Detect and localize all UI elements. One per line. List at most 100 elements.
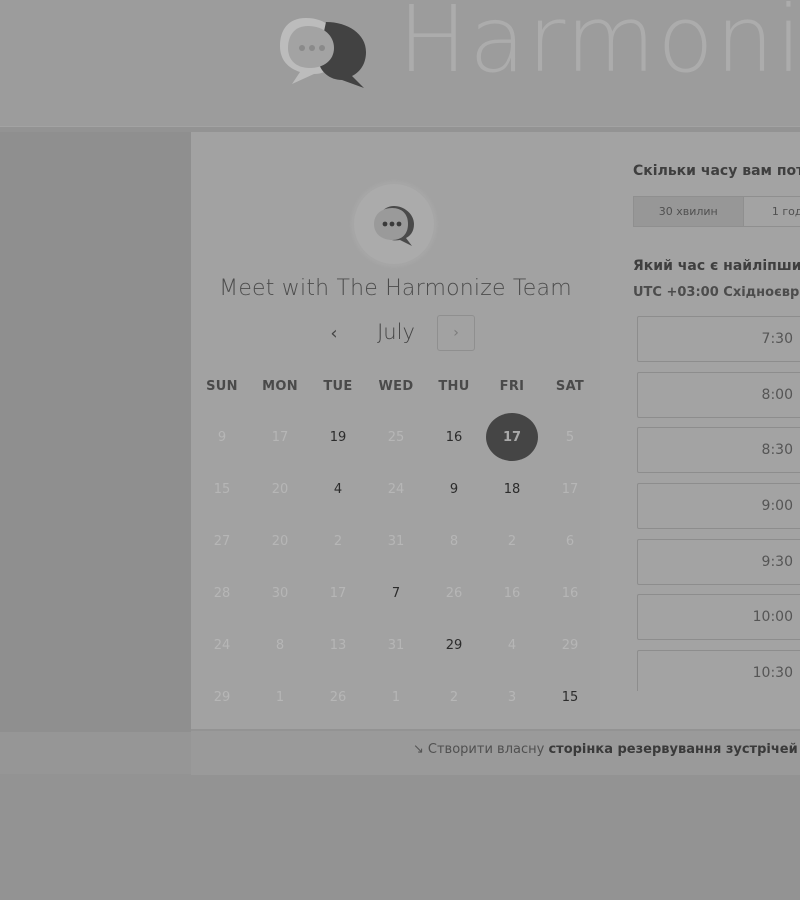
- calendar-day-number: 31: [387, 638, 405, 653]
- calendar-day-number: 16: [561, 586, 579, 601]
- weekday-label: WED: [378, 379, 414, 394]
- calendar-day: 2: [483, 518, 541, 570]
- booking-page: Harmoni Meet with The Harmonize Team ‹ J…: [0, 0, 800, 900]
- calendar-day: 17: [309, 570, 367, 622]
- calendar-day: 2: [425, 674, 483, 726]
- calendar-day: 26: [309, 674, 367, 726]
- calendar-day: 8: [251, 622, 309, 674]
- calendar-day: 9: [193, 414, 251, 466]
- calendar-day-number: 17: [502, 430, 522, 445]
- time-slot[interactable]: 10:00: [637, 594, 800, 641]
- background-panel: [0, 132, 191, 732]
- calendar-day-number: 31: [387, 534, 405, 549]
- calendar-day-number: 4: [507, 638, 517, 653]
- calendar-day-number: 9: [217, 430, 227, 445]
- calendar-day-number: 13: [329, 638, 347, 653]
- calendar-day-number: 17: [329, 586, 347, 601]
- calendar-day-number: 18: [503, 482, 521, 497]
- duration-option-30[interactable]: 30 хвилин: [634, 197, 744, 226]
- calendar-day[interactable]: 4: [309, 466, 367, 518]
- calendar-day: 4: [483, 622, 541, 674]
- duration-option-60[interactable]: 1 година: [744, 197, 800, 226]
- calendar-day[interactable]: 29: [425, 622, 483, 674]
- calendar-day-number: 4: [333, 482, 343, 497]
- time-slot[interactable]: 8:00: [637, 371, 800, 418]
- calendar-day-selected[interactable]: 17: [483, 413, 541, 466]
- time-slot[interactable]: 9:30: [637, 538, 800, 585]
- weekday-header: SUN MON TUE WED THU FRI SAT: [193, 379, 600, 394]
- calendar-day-number: 27: [213, 534, 231, 549]
- calendar-day[interactable]: 15: [541, 674, 599, 726]
- calendar-day-number: 8: [449, 534, 459, 549]
- calendar-day: 28: [193, 570, 251, 622]
- page-title: Meet with The Harmonize Team: [219, 276, 572, 301]
- month-label: July: [377, 320, 415, 344]
- calendar-day-number: 26: [445, 586, 463, 601]
- weekday-label: SUN: [206, 379, 238, 394]
- calendar-day-number: 24: [213, 638, 231, 653]
- calendar-day[interactable]: 19: [309, 414, 367, 466]
- create-booking-page-link[interactable]: ↘ Створити власну сторінка резервування з…: [413, 742, 798, 757]
- calendar-day-number: 29: [561, 638, 579, 653]
- time-slot[interactable]: 8:30: [637, 427, 800, 474]
- calendar-day-number: 5: [565, 430, 575, 445]
- time-slot-list[interactable]: 7:30 8:00 8:30 9:00 9:30 10:00 10:30: [637, 316, 800, 691]
- calendar-day: 1: [251, 674, 309, 726]
- calendar-day-number: 17: [561, 482, 579, 497]
- calendar-day: 17: [251, 414, 309, 466]
- calendar-day: 1: [367, 674, 425, 726]
- calendar-day-number: 6: [565, 534, 575, 549]
- calendar-day: 15: [193, 466, 251, 518]
- calendar-day: 20: [251, 466, 309, 518]
- calendar-day: 16: [541, 570, 599, 622]
- time-question: Який час є найліпшим для вас?: [633, 258, 800, 274]
- calendar-day-number: 20: [271, 482, 289, 497]
- calendar-day: 27: [193, 518, 251, 570]
- calendar-day[interactable]: 9: [425, 466, 483, 518]
- calendar-day: 31: [367, 518, 425, 570]
- calendar-day: 26: [425, 570, 483, 622]
- header: Harmoni: [0, 0, 800, 127]
- calendar-card: Meet with The Harmonize Team ‹ July › SU…: [191, 132, 600, 729]
- calendar-day-number: 2: [449, 690, 459, 705]
- calendar-day-number: 25: [387, 430, 405, 445]
- calendar-day: 30: [251, 570, 309, 622]
- chat-bubble-icon: [374, 206, 414, 246]
- time-slot[interactable]: 9:00: [637, 483, 800, 530]
- timezone-label[interactable]: UTC +03:00 Східноєвропейський час: [633, 285, 800, 300]
- calendar-day-number: 1: [391, 690, 401, 705]
- calendar-day[interactable]: 16: [425, 414, 483, 466]
- calendar-day: 25: [367, 414, 425, 466]
- prev-month-button[interactable]: ‹: [321, 322, 347, 346]
- calendar-day-number: 26: [329, 690, 347, 705]
- calendar-day: 2: [309, 518, 367, 570]
- calendar-day-number: 24: [387, 482, 405, 497]
- calendar-day-number: 30: [271, 586, 289, 601]
- calendar-day-number: 29: [213, 690, 231, 705]
- calendar-day-number: 15: [213, 482, 231, 497]
- calendar-day-number: 1: [275, 690, 285, 705]
- calendar-day: 29: [193, 674, 251, 726]
- weekday-label: MON: [262, 379, 298, 394]
- weekday-label: TUE: [323, 379, 353, 394]
- calendar-day-number: 3: [507, 690, 517, 705]
- timezone-offset: UTC +03:00: [633, 285, 719, 300]
- calendar-day: 17: [541, 466, 599, 518]
- calendar-day[interactable]: 18: [483, 466, 541, 518]
- calendar-day-number: 16: [445, 430, 463, 445]
- calendar-day: 24: [367, 466, 425, 518]
- calendar-day-number: 20: [271, 534, 289, 549]
- time-slot[interactable]: 7:30: [637, 316, 800, 362]
- timezone-name: Східноєвропейський час: [723, 285, 800, 300]
- calendar-grid: 9 17 19 25 16 17 5 15 20 4 24 9 18 17 27 20 2 31 8 2 6 28 30 17…: [193, 413, 600, 726]
- time-slot[interactable]: 10:30: [637, 650, 800, 691]
- calendar-day[interactable]: 7: [367, 570, 425, 622]
- calendar-day: 31: [367, 622, 425, 674]
- calendar-day-number: 9: [449, 482, 459, 497]
- next-month-button[interactable]: ›: [437, 315, 475, 351]
- calendar-day-number: 28: [213, 586, 231, 601]
- time-selection-panel: Скільки часу вам потрібно? 30 хвилин 1 г…: [600, 132, 800, 729]
- calendar-day-number: 16: [503, 586, 521, 601]
- calendar-day: 8: [425, 518, 483, 570]
- duration-question: Скільки часу вам потрібно?: [633, 163, 800, 179]
